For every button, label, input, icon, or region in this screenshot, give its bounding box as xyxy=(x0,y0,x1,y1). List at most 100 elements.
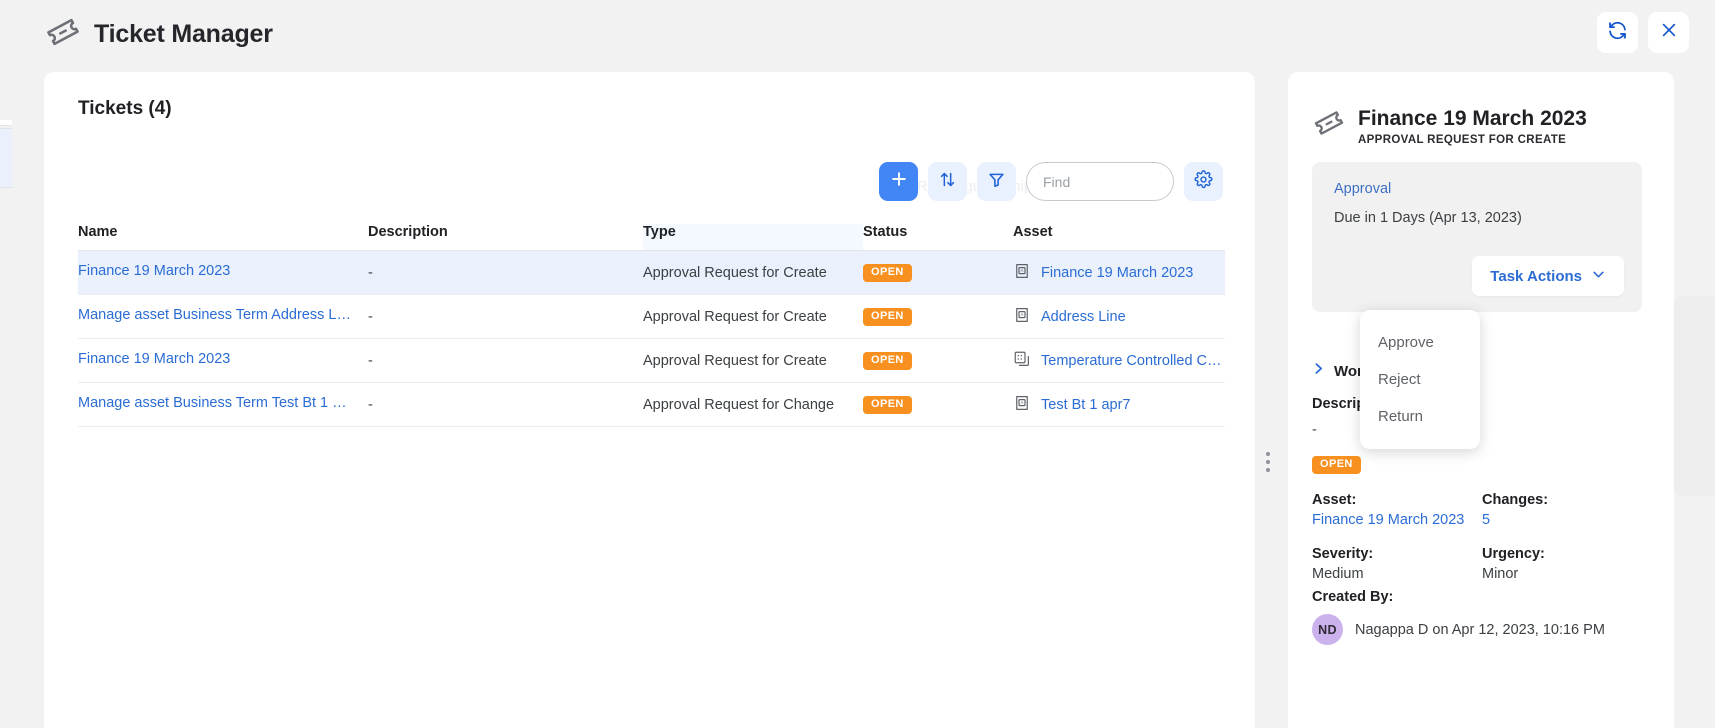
close-icon xyxy=(1659,20,1679,45)
plus-icon xyxy=(889,169,909,194)
asset-link[interactable]: Finance 19 March 2023 xyxy=(1041,265,1193,281)
dropdown-item-approve[interactable]: Approve xyxy=(1360,324,1480,361)
handle-dot xyxy=(1266,468,1270,472)
asset-value[interactable]: Finance 19 March 2023 xyxy=(1312,512,1482,528)
description-text: - xyxy=(368,396,373,413)
column-header-name[interactable]: Name xyxy=(78,224,368,251)
cell-status: OPEN xyxy=(863,338,1013,383)
asset-link[interactable]: Temperature Controlled Cargo xyxy=(1041,353,1225,369)
chevron-down-icon xyxy=(1591,267,1606,285)
tickets-list-card: Tickets (4) Rectangular Snip Find Name D… xyxy=(44,72,1255,728)
created-by-row: ND Nagappa D on Apr 12, 2023, 10:16 PM xyxy=(1312,614,1605,645)
table-header: Name Description Type Status Asset xyxy=(78,224,1225,251)
task-actions-label: Task Actions xyxy=(1490,267,1582,285)
cell-status: OPEN xyxy=(863,294,1013,339)
refresh-button[interactable] xyxy=(1597,12,1638,53)
status-badge: OPEN xyxy=(863,352,912,370)
table-row[interactable]: Manage asset Business Term Test Bt 1 … - A… xyxy=(78,382,1225,427)
handle-dot xyxy=(1266,460,1270,464)
cell-asset: A Address Line xyxy=(1013,294,1225,339)
ticket-icon xyxy=(44,13,82,56)
task-actions-dropdown: Approve Reject Return xyxy=(1360,310,1480,449)
left-edge-peek-top xyxy=(0,120,12,126)
chevron-right-icon xyxy=(1312,362,1325,380)
page-title: Ticket Manager xyxy=(94,20,273,48)
detail-status-badge: OPEN xyxy=(1312,454,1361,474)
meta-field-urgency: Urgency: Minor xyxy=(1482,546,1652,582)
document-asset-icon: A xyxy=(1013,394,1031,416)
table-row[interactable]: Finance 19 March 2023 - Approval Request f… xyxy=(78,250,1225,295)
description-text: - xyxy=(368,352,373,369)
meta-row: Severity: Medium Urgency: Minor xyxy=(1312,546,1652,582)
cell-type: Approval Request for Create xyxy=(643,294,863,339)
asset-link[interactable]: Test Bt 1 apr7 xyxy=(1041,397,1130,413)
column-header-asset[interactable]: Asset xyxy=(1013,224,1225,251)
ticket-name-link[interactable]: Manage asset Business Term Test Bt 1 … xyxy=(78,395,347,411)
settings-button[interactable] xyxy=(1184,162,1223,201)
cell-asset: A Finance 19 March 2023 xyxy=(1013,250,1225,295)
meta-field-changes: Changes: 5 xyxy=(1482,492,1652,528)
dropdown-item-return[interactable]: Return xyxy=(1360,398,1480,435)
cell-status: OPEN xyxy=(863,382,1013,427)
handle-dot xyxy=(1266,452,1270,456)
meta-field-severity: Severity: Medium xyxy=(1312,546,1482,582)
column-header-description[interactable]: Description xyxy=(368,224,643,251)
table-header-row: Name Description Type Status Asset xyxy=(78,224,1225,251)
list-toolbar xyxy=(879,162,1223,201)
status-badge: OPEN xyxy=(1312,456,1361,474)
cell-name: Manage asset Business Term Test Bt 1 … xyxy=(78,382,368,427)
avatar: ND xyxy=(1312,614,1343,645)
close-button[interactable] xyxy=(1648,12,1689,53)
created-by-label: Created By: xyxy=(1312,589,1394,605)
detail-title: Finance 19 March 2023 xyxy=(1358,107,1587,130)
status-badge: OPEN xyxy=(863,264,912,282)
svg-text:A: A xyxy=(1020,312,1023,317)
approval-label[interactable]: Approval xyxy=(1334,181,1391,197)
ticket-name-link[interactable]: Finance 19 March 2023 xyxy=(78,263,230,279)
description-value: - xyxy=(1312,422,1317,438)
description-text: - xyxy=(368,264,373,281)
cell-asset: A Test Bt 1 apr7 xyxy=(1013,382,1225,427)
cell-name: Manage asset Business Term Address L… xyxy=(78,294,368,339)
ticket-name-link[interactable]: Finance 19 March 2023 xyxy=(78,351,230,367)
changes-value[interactable]: 5 xyxy=(1482,512,1652,528)
svg-text:A: A xyxy=(1020,400,1023,405)
asset-label: Asset: xyxy=(1312,492,1357,508)
column-header-type[interactable]: Type xyxy=(643,224,863,251)
cell-name: Finance 19 March 2023 xyxy=(78,338,368,383)
urgency-label: Urgency: xyxy=(1482,546,1545,562)
cell-type: Approval Request for Create xyxy=(643,250,863,295)
table-body: Finance 19 March 2023 - Approval Request f… xyxy=(78,250,1225,427)
cell-description: - xyxy=(368,338,643,383)
right-edge-peek xyxy=(1674,72,1715,728)
asset-link[interactable]: Address Line xyxy=(1041,309,1126,325)
add-ticket-button[interactable] xyxy=(879,162,918,201)
tickets-table: Name Description Type Status Asset Finan… xyxy=(78,224,1225,427)
meta-row: Asset: Finance 19 March 2023 Changes: 5 xyxy=(1312,492,1652,528)
urgency-value: Minor xyxy=(1482,566,1519,582)
sort-button[interactable] xyxy=(928,162,967,201)
approval-card: Approval Due in 1 Days (Apr 13, 2023) Ta… xyxy=(1312,162,1642,312)
type-text: Approval Request for Change xyxy=(643,396,835,413)
panel-resize-handle[interactable] xyxy=(1266,452,1270,472)
table-row[interactable]: Finance 19 March 2023 - Approval Request f… xyxy=(78,338,1225,383)
description-text: - xyxy=(368,308,373,325)
sort-icon xyxy=(938,170,957,194)
cell-status: OPEN xyxy=(863,250,1013,295)
type-text: Approval Request for Create xyxy=(643,352,827,369)
task-actions-button[interactable]: Task Actions xyxy=(1472,256,1624,296)
column-header-status[interactable]: Status xyxy=(863,224,1013,251)
detail-header: Finance 19 March 2023 APPROVAL REQUEST F… xyxy=(1312,106,1587,146)
panel-divider xyxy=(1255,72,1287,728)
table-row[interactable]: Manage asset Business Term Address L… - Ap… xyxy=(78,294,1225,339)
detail-meta-grid: Asset: Finance 19 March 2023 Changes: 5 … xyxy=(1312,492,1652,600)
refresh-icon xyxy=(1607,20,1628,46)
search-input[interactable] xyxy=(1026,162,1174,201)
ticket-name-link[interactable]: Manage asset Business Term Address L… xyxy=(78,307,351,323)
cell-description: - xyxy=(368,294,643,339)
cell-type: Approval Request for Change xyxy=(643,382,863,427)
dropdown-item-reject[interactable]: Reject xyxy=(1360,361,1480,398)
dataset-asset-icon xyxy=(1013,350,1031,372)
filter-button[interactable] xyxy=(977,162,1016,201)
status-badge: OPEN xyxy=(863,396,912,414)
